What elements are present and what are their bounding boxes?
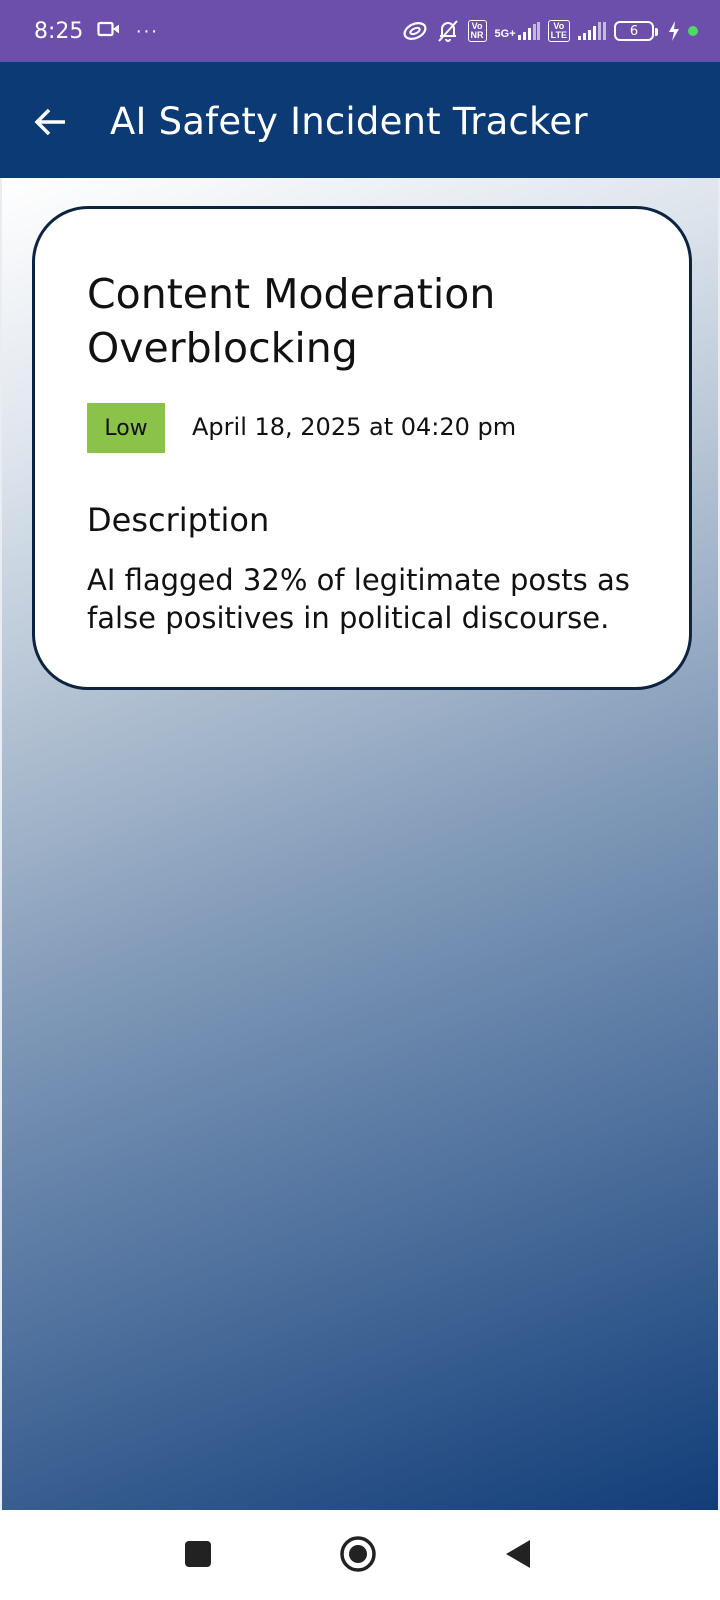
incident-title: Content Moderation Overblocking bbox=[87, 270, 496, 372]
status-bar: 8:25 ··· Vo NR 5G+ Vo LTE 6 bbox=[0, 0, 720, 62]
incident-card: Content Moderation Overblocking Low Apri… bbox=[32, 206, 692, 690]
battery-icon: 6 bbox=[614, 21, 658, 41]
incident-date: April 18, 2025 at 04:20 pm bbox=[192, 413, 517, 441]
system-nav-bar bbox=[0, 1510, 720, 1600]
arrow-left-icon bbox=[34, 108, 65, 136]
home-button[interactable] bbox=[334, 1530, 382, 1578]
page-title: AI Safety Incident Tracker bbox=[110, 100, 588, 143]
link-icon bbox=[402, 20, 428, 42]
video-call-icon bbox=[97, 20, 121, 43]
description-heading: Description bbox=[87, 501, 270, 539]
more-notifications-icon: ··· bbox=[135, 19, 159, 42]
square-icon bbox=[185, 1541, 211, 1567]
vo-nr-badge: Vo NR bbox=[467, 20, 487, 42]
recent-apps-button[interactable] bbox=[174, 1530, 222, 1578]
back-button[interactable] bbox=[30, 102, 70, 142]
signal-lte-icon bbox=[578, 22, 606, 40]
privacy-indicator-icon bbox=[688, 26, 698, 36]
description-text: AI flagged 32% of legitimate posts as fa… bbox=[87, 563, 630, 635]
severity-badge: Low bbox=[87, 403, 165, 453]
circle-icon bbox=[340, 1536, 376, 1572]
status-time: 8:25 bbox=[34, 18, 84, 44]
signal-5g-icon: 5G+ bbox=[495, 22, 540, 40]
triangle-back-icon bbox=[506, 1540, 530, 1568]
status-left: 8:25 ··· bbox=[34, 19, 158, 44]
bell-off-icon bbox=[436, 19, 460, 43]
status-right: Vo NR 5G+ Vo LTE 6 bbox=[402, 19, 698, 43]
vo-lte-badge: Vo LTE bbox=[547, 20, 570, 42]
charging-icon bbox=[668, 21, 680, 41]
app-bar: AI Safety Incident Tracker bbox=[0, 62, 720, 178]
back-nav-button[interactable] bbox=[494, 1530, 542, 1578]
content-area: Content Moderation Overblocking Low Apri… bbox=[0, 178, 720, 1510]
